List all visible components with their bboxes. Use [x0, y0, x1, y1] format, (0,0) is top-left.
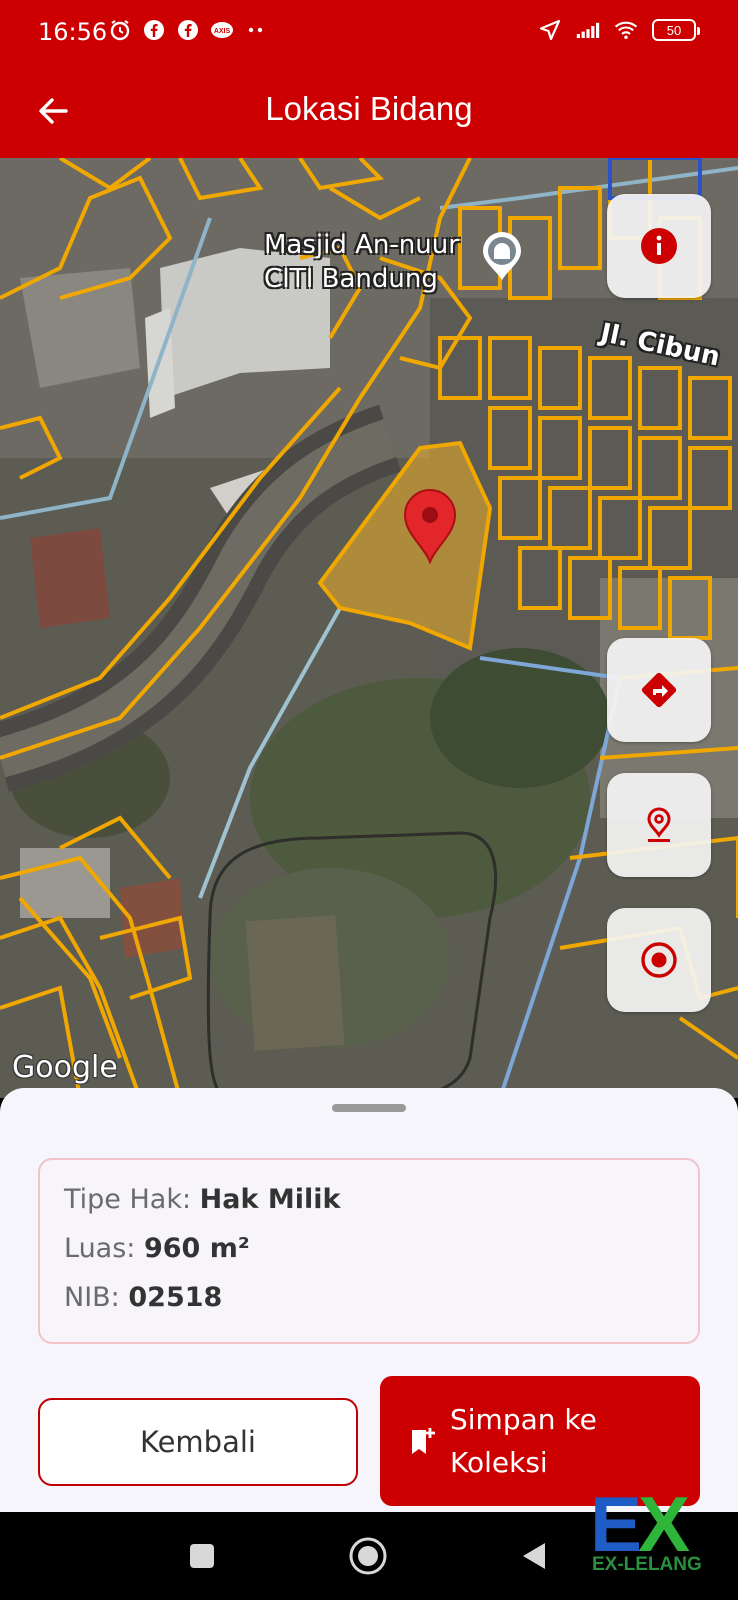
bookmark-add-icon — [410, 1426, 436, 1456]
alarm-icon — [108, 18, 132, 42]
google-attribution: Google — [12, 1050, 118, 1085]
home-button[interactable] — [346, 1534, 390, 1578]
tipe-hak-value: Hak Milik — [199, 1184, 341, 1215]
signal-icon — [576, 18, 600, 42]
system-icons: 50 — [538, 18, 700, 42]
watermark-text: EX-LELANG — [592, 1554, 702, 1575]
tipe-hak-label: Tipe Hak: — [64, 1184, 192, 1215]
mosque-pin-icon[interactable] — [480, 232, 524, 282]
place-pin-button[interactable] — [607, 773, 711, 877]
axis-icon: AXIS — [210, 18, 234, 42]
parcel-info-card: Tipe Hak: Hak Milik Luas: 960 m² NIB: 02… — [38, 1158, 700, 1344]
recents-button[interactable] — [180, 1534, 224, 1578]
save-label-line1: Simpan ke — [450, 1403, 597, 1436]
watermark-logo: EX — [590, 1480, 690, 1568]
luas-value: 960 m² — [143, 1233, 250, 1264]
app-bar: Lokasi Bidang — [0, 64, 738, 158]
save-button-label: Simpan ke Koleksi — [450, 1398, 670, 1484]
place-pin-icon — [647, 807, 671, 842]
battery-level: 50 — [666, 22, 682, 38]
tipe-hak-row: Tipe Hak: Hak Milik — [64, 1184, 340, 1215]
my-location-button[interactable] — [607, 908, 711, 1012]
my-location-icon — [641, 942, 677, 978]
nib-label: NIB: — [64, 1282, 120, 1313]
status-bar: 16:56 AXIS 50 — [0, 0, 738, 64]
battery-icon: 50 — [652, 19, 700, 41]
luas-row: Luas: 960 m² — [64, 1233, 250, 1264]
page-title: Lokasi Bidang — [265, 90, 473, 127]
status-time: 16:56 — [38, 18, 108, 46]
location-arrow-icon — [538, 18, 562, 42]
wifi-icon — [614, 18, 638, 42]
save-label-line2: Koleksi — [450, 1446, 548, 1479]
info-icon — [641, 228, 677, 264]
drag-handle[interactable] — [332, 1104, 406, 1112]
notification-icons: AXIS — [108, 18, 268, 42]
nib-row: NIB: 02518 — [64, 1282, 222, 1313]
luas-label: Luas: — [64, 1233, 136, 1264]
triangle-back-icon — [523, 1543, 545, 1569]
home-circle-icon — [349, 1537, 387, 1575]
back-button[interactable] — [512, 1534, 556, 1578]
poi-label-line2: CITI Bandung — [264, 264, 438, 294]
map-view[interactable]: Masjid An-nuur CITI Bandung Jl. Cibun Go… — [0, 158, 738, 1098]
directions-button[interactable] — [607, 638, 711, 742]
kembali-button[interactable]: Kembali — [38, 1398, 358, 1486]
ex-lelang-watermark: EX EX-LELANG — [590, 1480, 710, 1580]
square-icon — [190, 1544, 214, 1568]
facebook-icon — [176, 18, 200, 42]
directions-icon — [641, 672, 677, 708]
svg-text:AXIS: AXIS — [214, 28, 231, 35]
bottom-sheet: Tipe Hak: Hak Milik Luas: 960 m² NIB: 02… — [0, 1088, 738, 1512]
more-dots-icon — [244, 18, 268, 42]
location-marker-icon[interactable] — [402, 488, 458, 565]
poi-label-line1: Masjid An-nuur — [264, 230, 459, 260]
facebook-icon — [142, 18, 166, 42]
info-button[interactable] — [607, 194, 711, 298]
poi-label: Masjid An-nuur CITI Bandung — [264, 228, 459, 296]
nib-value: 02518 — [128, 1282, 223, 1313]
